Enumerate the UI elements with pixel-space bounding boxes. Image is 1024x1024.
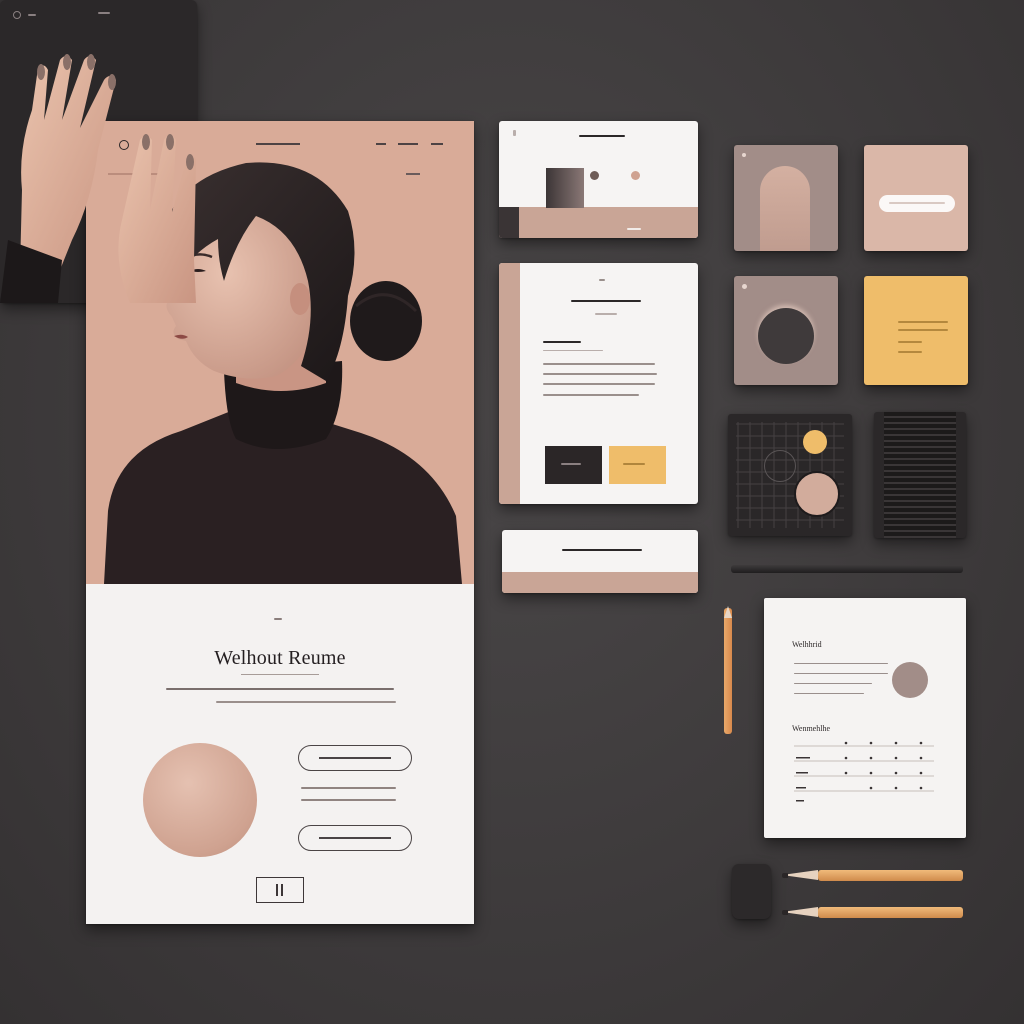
- pencil: [724, 608, 732, 734]
- pencil: [818, 870, 963, 881]
- primary-pill-button[interactable]: [298, 745, 412, 771]
- eraser-block: [732, 864, 771, 919]
- page-title: Welhout Reume: [214, 647, 346, 669]
- search-pill[interactable]: [879, 195, 955, 212]
- notebook-page: Welhhrid Wenmehlhe: [764, 598, 966, 838]
- button-tile: [734, 276, 838, 385]
- title-divider: [241, 674, 319, 675]
- body-text: [301, 799, 396, 801]
- stylus-pen: [731, 565, 963, 573]
- dot-icon: [590, 171, 599, 180]
- banner-card: [502, 530, 698, 593]
- intro-text: [216, 701, 396, 703]
- mustard-swatch-button[interactable]: [609, 446, 666, 484]
- card-footer-band: [499, 207, 698, 238]
- grid-tile: [728, 414, 852, 536]
- mustard-dot-icon: [803, 430, 827, 454]
- section-marker: [274, 618, 282, 620]
- thumbnail-image: [546, 168, 584, 208]
- card-subheading: [543, 341, 581, 343]
- round-button-icon[interactable]: [758, 308, 814, 364]
- body-text: [301, 787, 396, 789]
- card-title: [579, 135, 625, 137]
- card-heading: [571, 300, 641, 302]
- peach-dot-icon: [794, 471, 840, 517]
- pause-icon[interactable]: [256, 877, 304, 903]
- intro-text: [166, 688, 394, 690]
- hands-illustration: [0, 54, 196, 303]
- arch-tile: [734, 145, 838, 251]
- peach-circle-graphic: [143, 743, 257, 857]
- pill-tile: [864, 145, 968, 251]
- secondary-pill-button[interactable]: [298, 825, 412, 851]
- notebook-table: [794, 741, 934, 802]
- article-card: [499, 263, 698, 504]
- side-band: [499, 263, 520, 504]
- ribbed-tile: [874, 412, 966, 538]
- dot-icon: [631, 171, 640, 180]
- pencil: [818, 907, 963, 918]
- banner-text: [562, 549, 642, 551]
- dark-swatch-button[interactable]: [545, 446, 602, 484]
- mustard-tile: [864, 276, 968, 385]
- profile-card: [499, 121, 698, 238]
- tablet-device: [0, 0, 197, 303]
